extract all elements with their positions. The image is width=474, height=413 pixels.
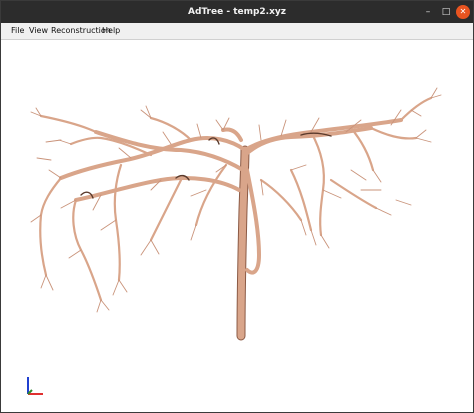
menu-bar: File View Reconstruction Help [1, 23, 473, 40]
minimize-icon[interactable]: – [421, 5, 435, 19]
menu-help[interactable]: Help [102, 23, 120, 39]
menu-file[interactable]: File [11, 23, 24, 39]
title-bar[interactable]: AdTree - temp2.xyz – □ ✕ [1, 1, 473, 23]
menu-view[interactable]: View [29, 23, 48, 39]
window-title: AdTree - temp2.xyz [187, 7, 287, 17]
3d-viewport[interactable] [1, 40, 473, 412]
maximize-icon[interactable]: □ [439, 5, 453, 19]
close-icon[interactable]: ✕ [456, 5, 470, 19]
tree-model [30, 87, 442, 341]
axes-gizmo [27, 377, 43, 395]
app-window: AdTree - temp2.xyz – □ ✕ File View Recon… [0, 0, 474, 413]
